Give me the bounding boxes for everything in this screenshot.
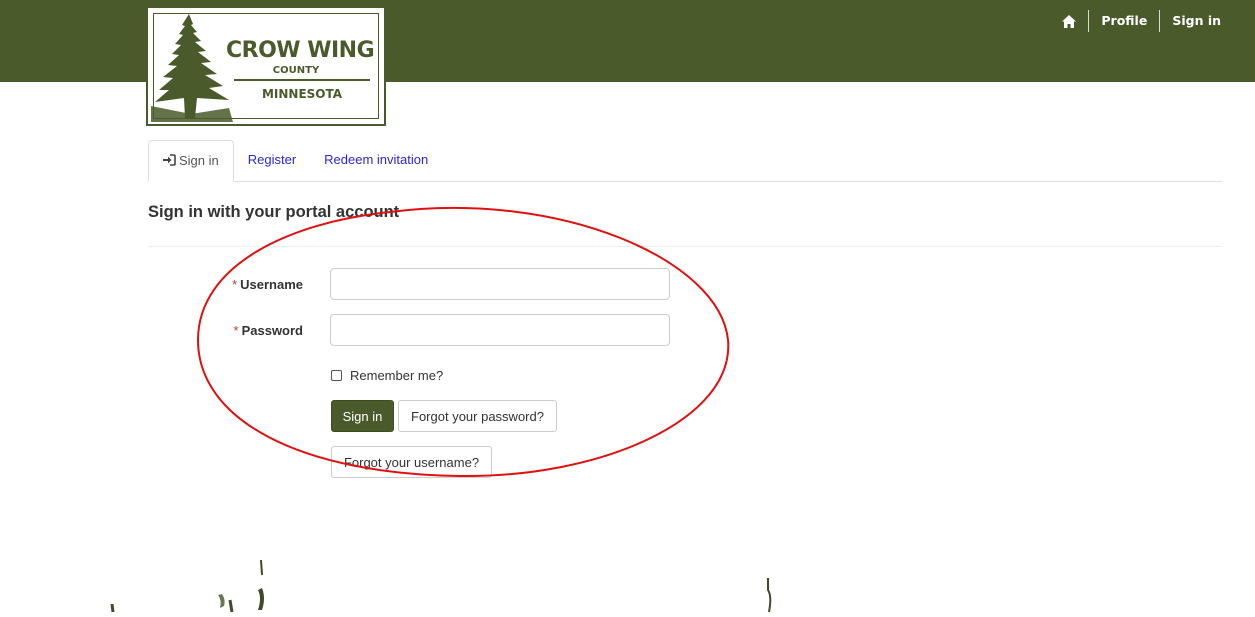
remember-me-label: Remember me? — [350, 368, 444, 383]
top-nav: Profile Sign in — [1050, 10, 1233, 32]
forgot-username-button[interactable]: Forgot your username? — [331, 446, 492, 478]
username-input[interactable] — [330, 268, 670, 300]
auth-tabs: Sign in Register Redeem invitation — [148, 140, 1222, 182]
sign-in-button[interactable]: Sign in — [331, 400, 394, 432]
tab-redeem-invitation[interactable]: Redeem invitation — [310, 140, 442, 182]
sign-in-icon — [163, 154, 176, 166]
logo-rule — [234, 79, 370, 81]
password-label-text: Password — [241, 323, 303, 338]
tab-sign-in[interactable]: Sign in — [148, 140, 234, 182]
logo-state: MINNESOTA — [261, 87, 343, 101]
remember-me-checkbox[interactable] — [331, 370, 342, 381]
required-marker: * — [232, 277, 238, 292]
home-icon — [1062, 14, 1077, 28]
logo-county: COUNTY — [272, 65, 320, 76]
section-divider — [148, 246, 1222, 247]
forgot-password-button[interactable]: Forgot your password? — [398, 400, 557, 432]
password-input[interactable] — [330, 314, 670, 346]
sign-in-link[interactable]: Sign in — [1160, 12, 1233, 30]
county-logo[interactable]: CROW WING COUNTY MINNESOTA — [146, 6, 386, 126]
tab-sign-in-label: Sign in — [179, 153, 219, 168]
required-marker: * — [233, 323, 239, 338]
tab-register[interactable]: Register — [234, 140, 310, 182]
password-label: * Password — [163, 323, 303, 338]
username-label-text: Username — [240, 277, 303, 292]
pine-tree-icon — [151, 14, 233, 122]
logo-crow-wing: CROW WING — [226, 38, 375, 63]
page-title: Sign in with your portal account — [148, 203, 400, 221]
username-label: * Username — [163, 277, 303, 292]
profile-link[interactable]: Profile — [1089, 12, 1159, 30]
home-link[interactable] — [1050, 14, 1088, 28]
remember-me[interactable]: Remember me? — [331, 368, 443, 383]
